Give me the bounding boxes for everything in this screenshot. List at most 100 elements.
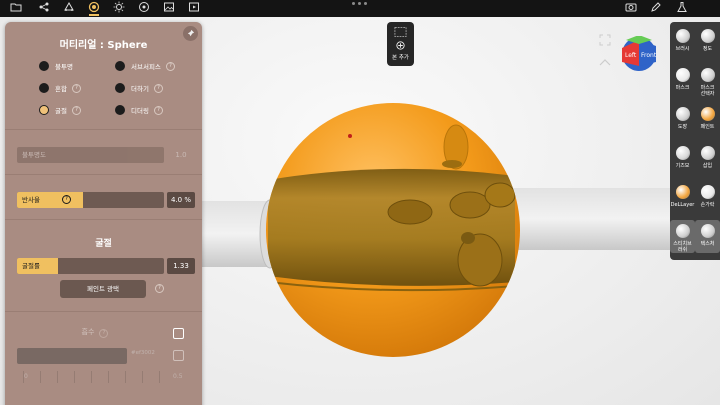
- material-panel: 머티리얼 : Sphere 불투명 서브서피스 ? 혼합 ? 더하기 ? 굴절 …: [5, 22, 202, 405]
- mode-label: 불투명: [55, 63, 73, 71]
- mode-blend[interactable]: 혼합 ?: [39, 82, 81, 94]
- help-icon[interactable]: ?: [165, 61, 175, 71]
- help-icon[interactable]: ?: [99, 329, 109, 338]
- mode-label: 디더링: [131, 107, 149, 115]
- view-gizmo-cube[interactable]: Left Front: [620, 36, 658, 72]
- tool-label: 스티치브 러쉬: [673, 241, 692, 253]
- share-icon[interactable]: [34, 0, 54, 14]
- folder-icon[interactable]: [6, 0, 26, 14]
- mode-subsurface[interactable]: 서브서피스 ?: [115, 60, 175, 72]
- stamp-icon: [675, 107, 690, 121]
- tool-label: 도장: [677, 124, 688, 130]
- distance-value: 0.5: [173, 373, 183, 380]
- tick-mark: [142, 371, 143, 383]
- gizmo-icon: [675, 146, 690, 160]
- flask-icon[interactable]: [673, 0, 691, 14]
- absorption-checkbox[interactable]: [173, 328, 184, 339]
- opacity-value: 1.0: [175, 151, 187, 159]
- pen-icon[interactable]: [647, 0, 665, 14]
- add-bone-button[interactable]: 본 추가: [387, 22, 414, 66]
- absorption-color-checkbox: [173, 350, 184, 361]
- gizmo-front-label: Front: [641, 52, 657, 59]
- ior-label: 굴절률: [22, 262, 40, 270]
- tool-smooth-sphere[interactable]: 정도: [695, 25, 720, 58]
- add-bone-label: 본 추가: [392, 55, 409, 61]
- image-icon[interactable]: [159, 0, 179, 14]
- finger-icon: [700, 185, 715, 199]
- top-toolbar: [0, 0, 720, 17]
- tool-stitch-brush[interactable]: 스티치브 러쉬: [670, 220, 695, 253]
- tool-label: 삽입: [702, 163, 713, 169]
- mode-opaque[interactable]: 불투명: [39, 60, 73, 72]
- mode-refraction[interactable]: 굴절 ?: [39, 104, 81, 116]
- texture-icon: [700, 224, 715, 238]
- scene-icon[interactable]: [59, 0, 79, 14]
- help-icon[interactable]: ?: [71, 83, 81, 93]
- paint-gloss-button[interactable]: 페인트 광택: [60, 280, 146, 298]
- tool-brush-sphere[interactable]: 브러시: [670, 25, 695, 58]
- tool-label: 기즈모: [675, 163, 690, 169]
- tool-label: 브러시: [675, 46, 690, 52]
- radio-dither[interactable]: [115, 105, 125, 115]
- video-icon[interactable]: [184, 0, 204, 14]
- distance-slider: [23, 371, 163, 383]
- tool-mask[interactable]: 마스크: [670, 64, 695, 97]
- absorption-heading: 흡수?: [5, 327, 185, 338]
- tool-texture[interactable]: 텍스처: [695, 220, 720, 253]
- sun-icon[interactable]: [109, 0, 129, 14]
- help-icon[interactable]: ?: [153, 83, 163, 93]
- tool-label: 정도: [702, 46, 713, 52]
- tick-mark: [40, 371, 41, 383]
- divider: [5, 174, 202, 175]
- tick-mark: [108, 371, 109, 383]
- tool-palette: 브러시 정도마스크 마스크 선택자도장 페인트기즈모 삽입 DeLLayer 손가락스티치브…: [670, 22, 720, 260]
- tick-mark: [57, 371, 58, 383]
- mode-label: 서브서피스: [131, 63, 161, 71]
- help-icon[interactable]: ?: [155, 284, 164, 293]
- reflectance-slider[interactable]: 반사율 ?: [17, 192, 164, 208]
- active-tab-indicator: [89, 14, 99, 16]
- ior-value[interactable]: 1.33: [167, 258, 195, 274]
- tool-label: 손가락: [700, 202, 715, 208]
- help-icon[interactable]: ?: [62, 195, 71, 204]
- tool-layer[interactable]: DeLLayer: [670, 181, 695, 214]
- camera-settings-icon[interactable]: [134, 0, 154, 14]
- tool-label: 마스크 선택자: [700, 85, 715, 97]
- mode-label: 굴절: [55, 107, 67, 115]
- radio-additive[interactable]: [115, 83, 125, 93]
- paint-icon: [700, 107, 715, 121]
- radio-subsurface[interactable]: [115, 61, 125, 71]
- reflectance-value[interactable]: 4.0 %: [167, 192, 195, 208]
- tool-gizmo[interactable]: 기즈모: [670, 142, 695, 175]
- divider: [5, 219, 202, 220]
- home-view-icon[interactable]: [599, 58, 611, 70]
- radio-blend[interactable]: [39, 83, 49, 93]
- help-icon[interactable]: ?: [153, 105, 163, 115]
- material-icon[interactable]: [84, 0, 104, 14]
- screenshot-icon[interactable]: [622, 0, 640, 14]
- tick-mark: [74, 371, 75, 383]
- tool-stamp[interactable]: 도장: [670, 103, 695, 136]
- more-menu-icon[interactable]: [352, 2, 368, 8]
- tool-paint[interactable]: 페인트: [695, 103, 720, 136]
- absorption-color-swatch: [17, 348, 127, 364]
- smooth-sphere-icon: [700, 29, 715, 43]
- radio-refraction[interactable]: [39, 105, 49, 115]
- mode-dither[interactable]: 디더링 ?: [115, 104, 163, 116]
- help-icon[interactable]: ?: [71, 105, 81, 115]
- ior-slider[interactable]: 굴절률: [17, 258, 164, 274]
- divider: [5, 129, 202, 130]
- frame-icon[interactable]: [599, 34, 611, 46]
- tool-finger[interactable]: 손가락: [695, 181, 720, 214]
- bone-icon: [394, 26, 407, 38]
- radio-opaque[interactable]: [39, 61, 49, 71]
- tool-label: DeLLayer: [670, 202, 695, 208]
- mode-label: 혼합: [55, 85, 67, 93]
- tick-mark: [159, 371, 160, 383]
- opacity-label: 불투명도: [22, 151, 46, 159]
- brush-sphere-icon: [675, 29, 690, 43]
- distance-start: 0: [24, 373, 28, 380]
- tool-mask-selector[interactable]: 마스크 선택자: [695, 64, 720, 97]
- mode-additive[interactable]: 더하기 ?: [115, 82, 163, 94]
- tool-insert[interactable]: 삽입: [695, 142, 720, 175]
